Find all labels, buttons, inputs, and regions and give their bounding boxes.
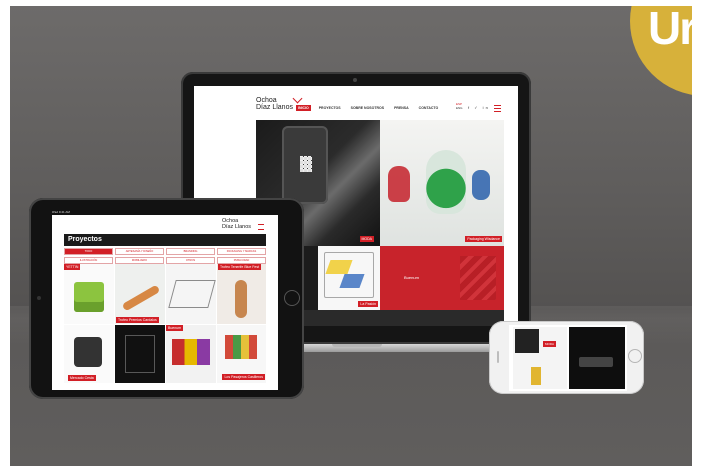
tile-caption: YETTIN bbox=[64, 264, 81, 270]
tablet-home-button[interactable] bbox=[284, 290, 300, 306]
tile-caption: Buenum bbox=[166, 325, 184, 331]
laptop-notch bbox=[332, 344, 382, 347]
filter-row-2: ILUSTRACIÓN MOBILIARIO OTROS PUBLICIDAD bbox=[64, 257, 266, 264]
food-bags bbox=[172, 339, 210, 365]
phone-screen: MODA bbox=[509, 325, 627, 391]
tablet-screen: iPad 9:41 AM Ochoa Díaz Llanos Proyectos… bbox=[52, 210, 278, 390]
tile-buenum[interactable]: Buenum bbox=[380, 246, 504, 310]
game-cards bbox=[225, 335, 257, 359]
phone-dark-block bbox=[515, 329, 539, 353]
phone-device-object bbox=[579, 357, 613, 367]
logo-check-mark bbox=[292, 93, 303, 104]
tile-la-pasion[interactable]: La Pasión bbox=[318, 246, 380, 310]
filter-publicidad[interactable]: PUBLICIDAD bbox=[217, 257, 266, 264]
menu-icon[interactable] bbox=[494, 105, 501, 112]
filter-row-1: TODO ARTESANÍA Y DISEÑO BRANDING PACKAGI… bbox=[64, 248, 266, 255]
tile-caption: Trofeo Premios Cardalos bbox=[116, 317, 159, 323]
nav-sobre-nosotros[interactable]: SOBRE NOSOTROS bbox=[349, 105, 386, 111]
tile-caption: MODA bbox=[359, 236, 374, 242]
logo-line-2: Díaz Llanos bbox=[256, 104, 293, 111]
tablet-logo-line-2: Díaz Llanos bbox=[222, 223, 252, 230]
tablet-tile-sketch[interactable] bbox=[166, 264, 216, 324]
nav-proyectos[interactable]: PROYECTOS bbox=[317, 105, 343, 111]
bottle-green bbox=[426, 150, 466, 214]
tablet-tile-cards[interactable]: Los Pasajeros Casilleros bbox=[217, 325, 266, 383]
badge-text: Ur bbox=[648, 6, 692, 54]
filter-todo[interactable]: TODO bbox=[64, 248, 113, 255]
corner-badge: Ur bbox=[630, 6, 692, 96]
tablet-tile-dark[interactable] bbox=[115, 325, 165, 383]
tile-caption: Packaging Wisdance bbox=[465, 236, 502, 242]
nav-contacto[interactable]: CONTACTO bbox=[417, 105, 441, 111]
buenum-pattern bbox=[460, 256, 496, 300]
tablet-tile-chair[interactable]: Mercado Cesta bbox=[64, 325, 114, 383]
nav-inicio[interactable]: INICIO bbox=[296, 105, 311, 111]
wood-bat bbox=[121, 284, 161, 312]
tile-packaging[interactable]: Packaging Wisdance bbox=[380, 120, 504, 246]
dark-chair bbox=[74, 337, 102, 367]
phone-tile-2[interactable] bbox=[569, 327, 625, 389]
filter-mobiliario[interactable]: MOBILIARIO bbox=[115, 257, 164, 264]
tablet-tile-yeti[interactable]: YETTIN bbox=[64, 264, 114, 324]
wire-sketch bbox=[168, 280, 216, 308]
tablet-camera bbox=[37, 296, 41, 300]
wire-structure bbox=[125, 335, 155, 373]
filter-packaging[interactable]: PACKAGING Y MARCAS bbox=[217, 248, 266, 255]
stage: Ur Ochoa Díaz Llanos INICIO PROYECTOS SO… bbox=[0, 0, 702, 473]
social-icons[interactable]: f ✓ in bbox=[468, 105, 490, 110]
filter-otros[interactable]: OTROS bbox=[166, 257, 215, 264]
green-stool bbox=[74, 282, 104, 312]
tile-caption: Los Pasajeros Casilleros bbox=[222, 374, 265, 380]
language-switch: ESP ENG bbox=[456, 102, 463, 110]
filter-ilustracion[interactable]: ILUSTRACIÓN bbox=[64, 257, 113, 264]
tablet-menu-icon[interactable] bbox=[258, 224, 264, 230]
site-nav: INICIO PROYECTOS SOBRE NOSOTROS PRENSA C… bbox=[296, 105, 440, 111]
site-header: Ochoa Díaz Llanos INICIO PROYECTOS SOBRE… bbox=[194, 86, 518, 120]
tablet-status-bar: iPad 9:41 AM bbox=[52, 210, 278, 215]
tile-caption: Mercado Cesta bbox=[68, 375, 96, 381]
filter-artesania[interactable]: ARTESANÍA Y DISEÑO bbox=[115, 248, 164, 255]
tile-caption: Buenum bbox=[404, 275, 419, 280]
tablet-page-title: Proyectos bbox=[64, 234, 266, 246]
filter-branding[interactable]: BRANDING bbox=[166, 248, 215, 255]
tablet-tile-food[interactable]: Buenum bbox=[166, 325, 216, 383]
site-logo[interactable]: Ochoa Díaz Llanos bbox=[256, 97, 293, 111]
phone-speaker bbox=[497, 351, 499, 363]
logo-line-1: Ochoa bbox=[256, 97, 277, 104]
sketch-lines bbox=[324, 252, 374, 298]
tablet-tile-furniture[interactable]: Trofeo Tenerife Blue Fest bbox=[217, 264, 266, 324]
tile-caption: La Pasión bbox=[358, 301, 378, 307]
bottle-blue bbox=[472, 170, 490, 200]
tile-moda-grid-icon bbox=[300, 156, 312, 172]
wood-sculpture bbox=[235, 280, 247, 318]
tablet-logo[interactable]: Ochoa Díaz Llanos bbox=[222, 218, 252, 230]
nav-prensa[interactable]: PRENSA bbox=[392, 105, 411, 111]
tile-caption: Trofeo Tenerife Blue Fest bbox=[218, 264, 262, 270]
phone-tile-1[interactable]: MODA bbox=[513, 327, 567, 389]
phone-yellow-item bbox=[531, 367, 541, 385]
lang-eng[interactable]: ENG bbox=[456, 106, 463, 110]
tablet-tile-bat[interactable]: Trofeo Premios Cardalos bbox=[115, 264, 165, 324]
bottle-red bbox=[388, 166, 410, 202]
phone-home-button[interactable] bbox=[628, 349, 642, 363]
laptop-camera bbox=[353, 78, 357, 82]
tile-caption: MODA bbox=[543, 341, 556, 347]
